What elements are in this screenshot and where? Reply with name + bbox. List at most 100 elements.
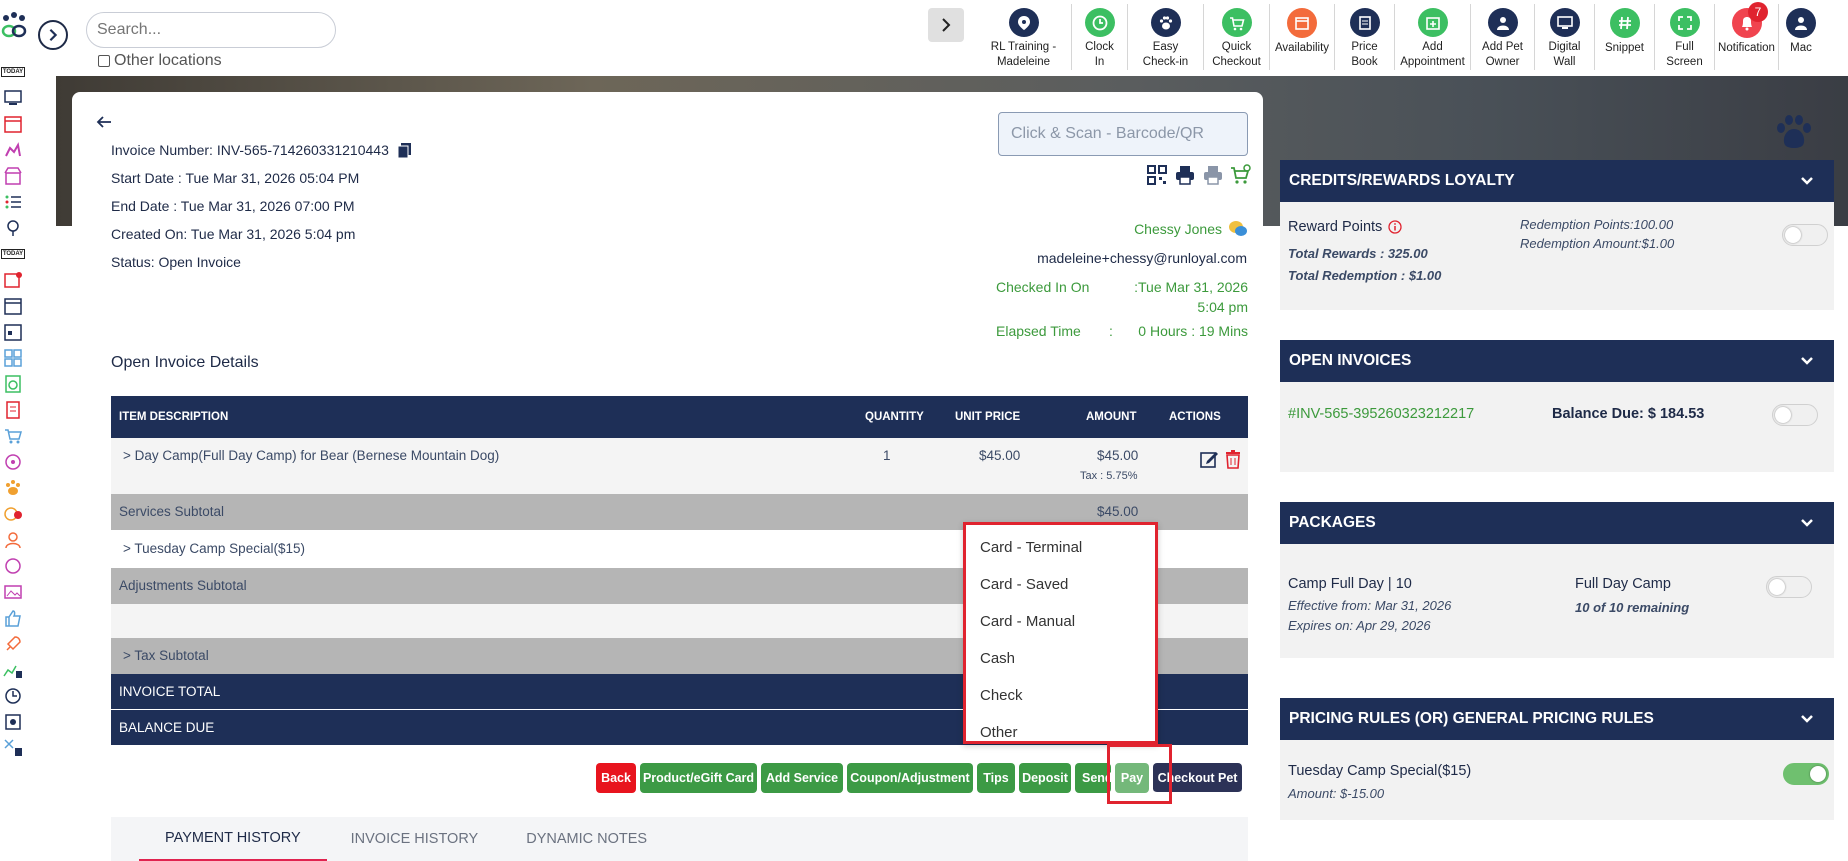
toolbar-price[interactable]: Price Book: [1335, 4, 1395, 70]
pricing-rules-header[interactable]: PRICING RULES (OR) GENERAL PRICING RULES: [1280, 698, 1834, 740]
toolbar-easy[interactable]: Easy Check-in: [1128, 4, 1204, 70]
barcode-scan-input[interactable]: Click & Scan - Barcode/QR: [998, 112, 1248, 156]
chevron-down-icon[interactable]: [1800, 174, 1814, 188]
pricing-rule-toggle[interactable]: [1783, 763, 1829, 785]
toolbar-clock[interactable]: Clock In: [1072, 4, 1128, 70]
toolbar-snippet[interactable]: Snippet: [1595, 4, 1655, 70]
item-description[interactable]: > Day Camp(Full Day Camp) for Bear (Bern…: [123, 448, 499, 463]
toolbar-label: Easy: [1152, 41, 1179, 53]
open-invoice-balance: Balance Due: $ 184.53: [1552, 406, 1705, 422]
tips-button[interactable]: Tips: [977, 763, 1015, 793]
add-service-button[interactable]: Add Service: [761, 763, 843, 793]
checklist-icon[interactable]: [2, 192, 24, 212]
toolbar-mac[interactable]: Mac: [1779, 4, 1823, 70]
chevron-down-icon[interactable]: [1800, 712, 1814, 726]
chevron-down-icon[interactable]: [1800, 516, 1814, 530]
schedule-icon[interactable]: [2, 296, 24, 316]
analytics-lock-icon[interactable]: [2, 660, 24, 680]
chevron-down-icon[interactable]: [1800, 354, 1814, 368]
package-toggle[interactable]: [1766, 576, 1812, 598]
product-egift-card-button[interactable]: Product/eGift Card: [640, 763, 757, 793]
washer-icon[interactable]: [2, 374, 24, 394]
qr-code-icon[interactable]: [1146, 164, 1168, 186]
coupon-adjustment-button[interactable]: Coupon/Adjustment: [847, 763, 973, 793]
other-locations-checkbox[interactable]: Other locations: [98, 52, 222, 70]
paw-icon[interactable]: [2, 478, 24, 498]
edit-icon[interactable]: [1199, 449, 1219, 469]
image-icon[interactable]: [2, 582, 24, 602]
pay-option-card-manual[interactable]: Card - Manual: [966, 603, 1155, 640]
calendar-edit-icon[interactable]: [2, 270, 24, 290]
delete-icon[interactable]: [1223, 449, 1243, 469]
calendar-check-icon[interactable]: [2, 322, 24, 342]
toolbar-add[interactable]: Add Appointment: [1395, 4, 1471, 70]
chat-icon[interactable]: [2, 556, 24, 576]
calendar-icon[interactable]: [2, 114, 24, 134]
header-unit-price: UNIT PRICE: [955, 411, 1021, 423]
cart-icon[interactable]: [2, 426, 24, 446]
toolbar-scroll-button[interactable]: [928, 8, 964, 42]
toolbar-label-2: Check-in: [1142, 56, 1189, 68]
toolbar-add-pet[interactable]: Add Pet Owner: [1471, 4, 1535, 70]
checkbox-box[interactable]: [98, 55, 110, 67]
clock-settings-icon[interactable]: [2, 686, 24, 706]
rocket-icon[interactable]: [2, 634, 24, 654]
toolbar-digital[interactable]: Digital Wall: [1535, 4, 1595, 70]
copy-icon[interactable]: [397, 142, 413, 158]
receipt-print-icon[interactable]: [1202, 164, 1224, 186]
user-plus-icon: [1487, 8, 1518, 37]
dashboard-icon[interactable]: [2, 88, 24, 108]
credits-panel-header[interactable]: CREDITS/REWARDS LOYALTY: [1280, 160, 1834, 202]
toolbar-availability[interactable]: Availability: [1270, 4, 1335, 70]
toolbar-rl-training[interactable]: RL Training - Madeleine: [976, 4, 1072, 70]
chat-bubble-icon[interactable]: [1228, 219, 1248, 239]
invoice-total-label: INVOICE TOTAL: [119, 684, 221, 699]
pay-option-cash[interactable]: Cash: [966, 640, 1155, 677]
hash-icon: [1609, 8, 1640, 38]
store-icon[interactable]: [2, 166, 24, 186]
deposit-button[interactable]: Deposit: [1019, 763, 1071, 793]
pay-option-card-terminal[interactable]: Card - Terminal: [966, 529, 1155, 566]
back-button[interactable]: Back: [596, 763, 636, 793]
dog-icon[interactable]: [2, 140, 24, 160]
info-icon[interactable]: [1388, 220, 1402, 234]
adjustment-description[interactable]: > Tuesday Camp Special($15): [123, 541, 305, 556]
pricing-rule-name: Tuesday Camp Special($15): [1288, 763, 1472, 779]
reward-points-toggle[interactable]: [1782, 224, 1828, 246]
toolbar-full[interactable]: Full Screen: [1655, 4, 1715, 70]
open-invoice-toggle[interactable]: [1772, 404, 1818, 426]
tax-subtotal-label[interactable]: > Tax Subtotal: [123, 648, 209, 663]
toolbar-quick[interactable]: Quick Checkout: [1204, 4, 1270, 70]
pay-option-card-saved[interactable]: Card - Saved: [966, 566, 1155, 603]
expand-sidebar-button[interactable]: [38, 20, 68, 50]
grid-icon[interactable]: [2, 348, 24, 368]
packages-header[interactable]: PACKAGES: [1280, 502, 1834, 544]
map-icon[interactable]: [2, 218, 24, 238]
today-icon[interactable]: TODAY: [0, 62, 26, 82]
pet-care-icon[interactable]: [2, 452, 24, 472]
search-input[interactable]: [86, 12, 336, 48]
thumbs-up-icon[interactable]: [2, 608, 24, 628]
open-invoices-header[interactable]: OPEN INVOICES: [1280, 340, 1834, 382]
user-icon[interactable]: [2, 530, 24, 550]
tab-invoice-history[interactable]: INVOICE HISTORY: [327, 817, 503, 861]
support-icon[interactable]: [2, 712, 24, 732]
calendar-icon: [1287, 8, 1317, 38]
back-arrow-icon[interactable]: [96, 114, 112, 130]
cart-settings-icon[interactable]: [1230, 164, 1252, 186]
open-invoice-link[interactable]: #INV-565-395260323212217: [1288, 406, 1474, 422]
print-icon[interactable]: [1174, 164, 1196, 186]
tab-dynamic-notes[interactable]: DYNAMIC NOTES: [502, 817, 671, 861]
send-button[interactable]: Send: [1075, 763, 1111, 793]
tab-payment-history[interactable]: PAYMENT HISTORY: [139, 817, 327, 861]
pay-button-highlight: [1107, 744, 1172, 804]
tools-lock-icon[interactable]: [2, 738, 24, 758]
today-edit-icon[interactable]: TODAY: [0, 244, 26, 264]
customer-name[interactable]: Chessy Jones: [1134, 221, 1222, 237]
runloyal-logo-icon[interactable]: [0, 12, 28, 42]
report-icon[interactable]: [2, 400, 24, 420]
pay-option-other[interactable]: Other: [966, 714, 1155, 741]
toolbar-notification[interactable]: Notification 7: [1715, 2, 1779, 70]
pay-option-check[interactable]: Check: [966, 677, 1155, 714]
status-icon[interactable]: [2, 504, 24, 524]
